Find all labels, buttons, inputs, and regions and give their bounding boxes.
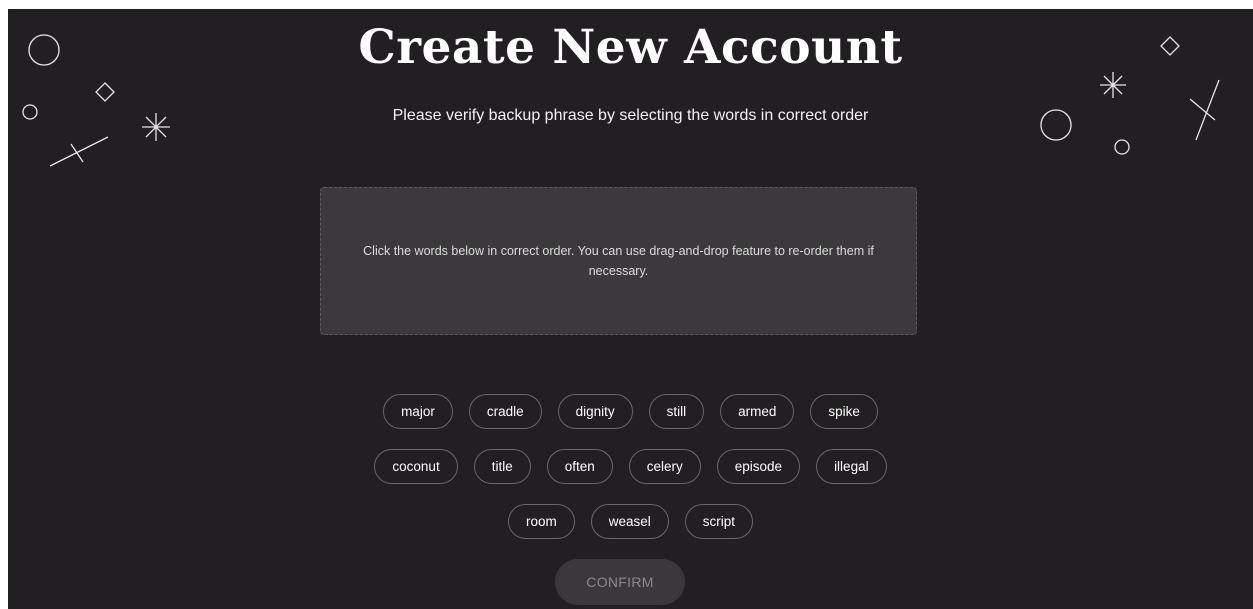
word-row: coconut title often celery episode illeg… <box>8 449 1253 484</box>
word-row: room weasel script <box>8 504 1253 539</box>
word-chip[interactable]: armed <box>720 394 795 429</box>
word-chip[interactable]: celery <box>628 449 701 484</box>
page-title: Create New Account <box>358 20 903 75</box>
word-chip[interactable]: weasel <box>590 504 669 539</box>
dropzone-hint: Click the words below in correct order. … <box>363 244 874 278</box>
app-frame: Create New Account Please verify backup … <box>8 9 1253 609</box>
page-subtitle: Please verify backup phrase by selecting… <box>392 107 869 124</box>
word-chip[interactable]: still <box>648 394 705 429</box>
word-chip[interactable]: often <box>546 449 613 484</box>
confirm-button[interactable]: CONFIRM <box>555 559 685 605</box>
diamond-shape <box>95 82 115 102</box>
word-chip[interactable]: dignity <box>557 394 633 429</box>
circle-shape <box>1114 139 1130 155</box>
word-chip[interactable]: cradle <box>468 394 542 429</box>
word-chip[interactable]: spike <box>810 394 878 429</box>
word-chip[interactable]: script <box>684 504 754 539</box>
word-chip[interactable]: episode <box>716 449 801 484</box>
word-row: major cradle dignity still armed spike <box>8 394 1253 429</box>
word-chip[interactable]: room <box>507 504 575 539</box>
word-chip[interactable]: coconut <box>374 449 458 484</box>
word-chip[interactable]: illegal <box>816 449 887 484</box>
word-chip[interactable]: major <box>383 394 453 429</box>
word-chip-area: major cradle dignity still armed spike c… <box>8 394 1253 559</box>
phrase-dropzone[interactable]: Click the words below in correct order. … <box>320 187 917 335</box>
word-chip[interactable]: title <box>473 449 531 484</box>
cross-line-shape <box>49 136 109 167</box>
